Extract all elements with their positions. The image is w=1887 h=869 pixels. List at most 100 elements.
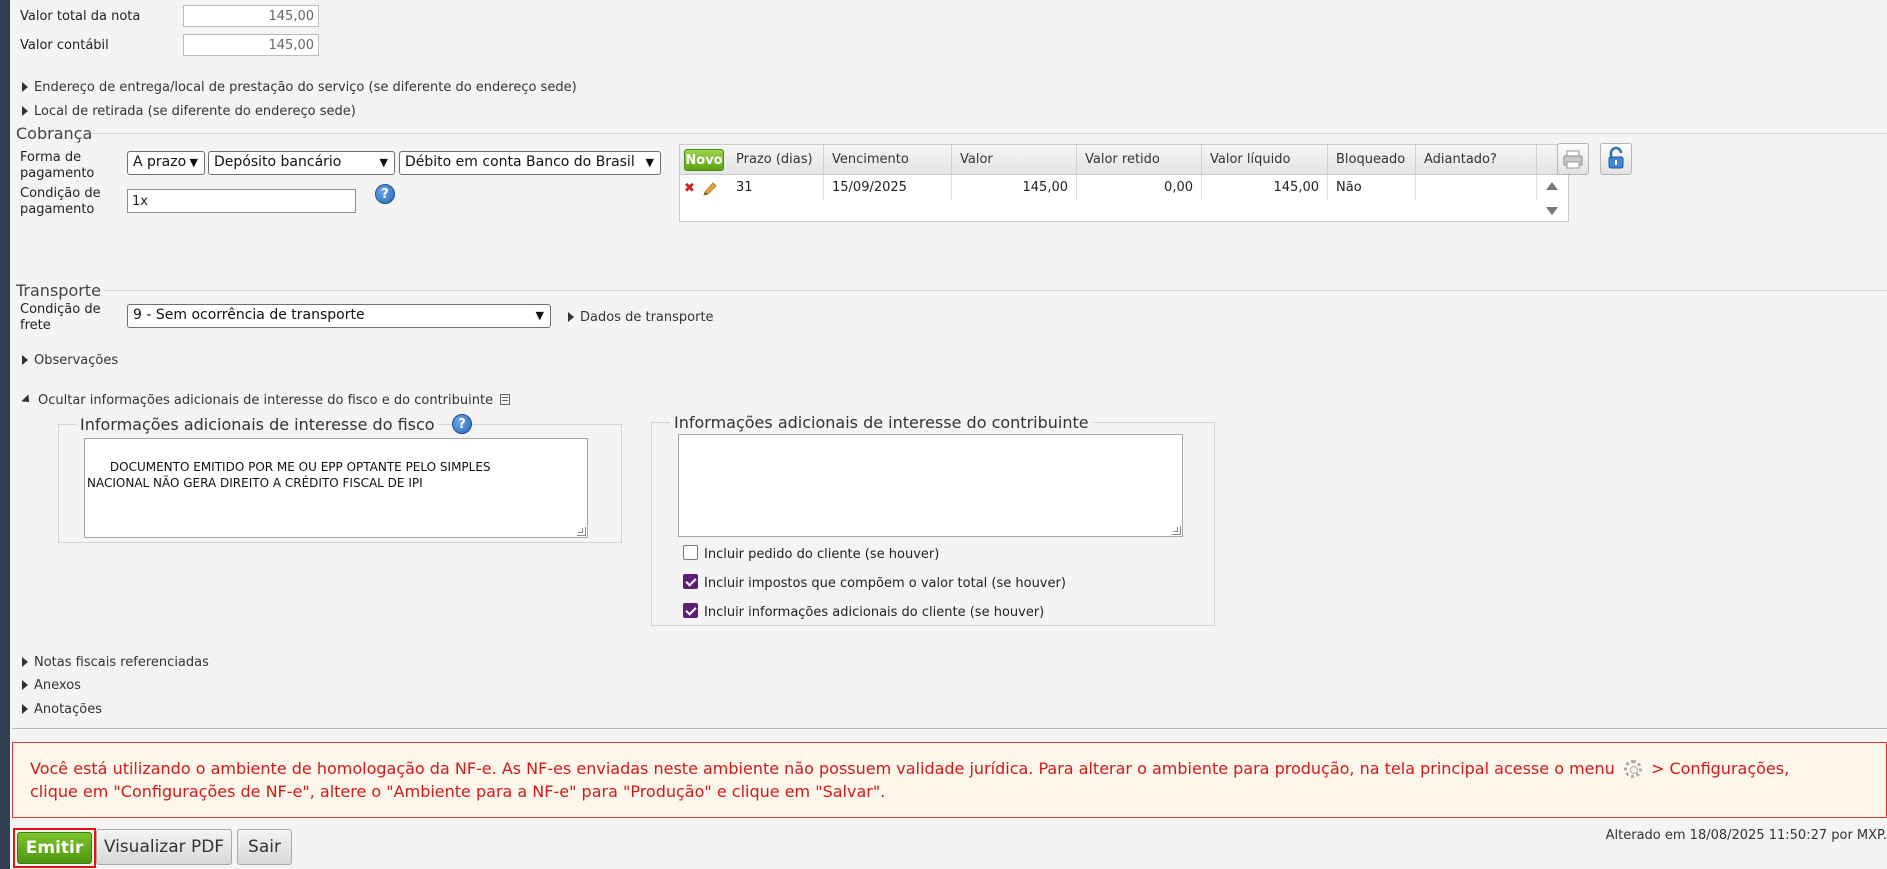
chevron-down-icon: ▼ bbox=[189, 156, 198, 169]
forma-pagamento-label-line1: Forma de bbox=[20, 150, 82, 165]
resize-handle-icon[interactable] bbox=[1172, 526, 1181, 535]
local-retirada-label: Local de retirada (se diferente do ender… bbox=[34, 104, 356, 119]
sair-button[interactable]: Sair bbox=[237, 829, 292, 865]
ocultar-info-toggle[interactable]: Ocultar informações adicionais de intere… bbox=[21, 393, 511, 408]
info-contribuinte-legend: Informações adicionais de interesse do c… bbox=[670, 413, 1093, 432]
condicao-pagamento-label-line2: pagamento bbox=[20, 202, 95, 217]
help-icon[interactable]: ? bbox=[452, 414, 472, 434]
condicao-frete-label-line2: frete bbox=[20, 318, 51, 333]
forma-pagamento-label: Forma de pagamento bbox=[20, 150, 94, 182]
condicao-pagamento-label-line1: Condição de bbox=[20, 186, 101, 201]
expand-arrow-icon bbox=[22, 657, 28, 667]
unlock-button[interactable] bbox=[1600, 143, 1632, 175]
observacoes-toggle[interactable]: Observações bbox=[22, 353, 118, 368]
col-valor-liquido[interactable]: Valor líquido bbox=[1202, 145, 1328, 175]
endereco-entrega-toggle[interactable]: Endereço de entrega/local de prestação d… bbox=[22, 80, 577, 95]
incluir-pedido-checkbox[interactable] bbox=[683, 545, 698, 560]
alterado-em-text: Alterado em 18/08/2025 11:50:27 por MXP. bbox=[1605, 828, 1887, 843]
cobranca-divider bbox=[92, 133, 1887, 134]
gear-icon bbox=[1623, 760, 1642, 778]
help-icon[interactable]: ? bbox=[375, 184, 395, 204]
anotacoes-toggle[interactable]: Anotações bbox=[22, 702, 102, 717]
info-contribuinte-textarea[interactable] bbox=[678, 434, 1183, 537]
cell-valor-liquido: 145,00 bbox=[1202, 175, 1328, 201]
visualizar-pdf-button[interactable]: Visualizar PDF bbox=[96, 829, 232, 865]
incluir-impostos-checkbox[interactable] bbox=[683, 574, 698, 589]
cobranca-section-title: Cobrança bbox=[16, 124, 93, 143]
col-bloqueado[interactable]: Bloqueado bbox=[1328, 145, 1416, 175]
local-retirada-toggle[interactable]: Local de retirada (se diferente do ender… bbox=[22, 104, 356, 119]
parcelas-grid-header: Novo Prazo (dias) Vencimento Valor Valor… bbox=[680, 145, 1568, 175]
scroll-up-icon[interactable] bbox=[1546, 182, 1558, 190]
scroll-down-icon[interactable] bbox=[1546, 207, 1558, 215]
col-prazo[interactable]: Prazo (dias) bbox=[728, 145, 824, 175]
alert-text-part1: Você está utilizando o ambiente de homol… bbox=[30, 759, 1615, 778]
forma-prazo-select[interactable]: A prazo ▼ bbox=[127, 151, 205, 175]
incluir-pedido-label[interactable]: Incluir pedido do cliente (se houver) bbox=[704, 547, 939, 562]
info-fisco-legend: Informações adicionais de interesse do f… bbox=[76, 415, 439, 434]
parcelas-grid: Novo Prazo (dias) Vencimento Valor Valor… bbox=[679, 144, 1569, 222]
expand-arrow-icon bbox=[22, 106, 28, 116]
incluir-info-cliente-label[interactable]: Incluir informações adicionais do client… bbox=[704, 605, 1044, 620]
incluir-impostos-label[interactable]: Incluir impostos que compõem o valor tot… bbox=[704, 576, 1066, 591]
cell-prazo: 31 bbox=[728, 175, 824, 201]
alert-line-1: Você está utilizando o ambiente de homol… bbox=[30, 757, 1886, 780]
left-navigation-strip bbox=[0, 0, 10, 869]
condicao-frete-value: 9 - Sem ocorrência de transporte bbox=[133, 307, 365, 323]
unlock-icon bbox=[1608, 146, 1624, 169]
col-valor-retido[interactable]: Valor retido bbox=[1077, 145, 1202, 175]
condicao-frete-label-line1: Condição de bbox=[20, 302, 101, 317]
resize-handle-icon[interactable] bbox=[577, 527, 586, 536]
emitir-focus-ring: Emitir bbox=[13, 828, 96, 868]
dados-transporte-toggle[interactable]: Dados de transporte bbox=[568, 310, 714, 325]
condicao-pagamento-input[interactable]: 1x bbox=[127, 189, 356, 213]
notas-referenciadas-toggle[interactable]: Notas fiscais referenciadas bbox=[22, 655, 209, 670]
delete-icon[interactable]: ✖ bbox=[684, 182, 695, 195]
expand-arrow-icon bbox=[568, 312, 574, 322]
print-button[interactable] bbox=[1557, 143, 1589, 175]
anexos-label: Anexos bbox=[34, 678, 81, 693]
anexos-toggle[interactable]: Anexos bbox=[22, 678, 81, 693]
novo-parcela-button[interactable]: Novo bbox=[684, 149, 724, 171]
observacoes-label: Observações bbox=[34, 353, 119, 368]
transporte-section-title: Transporte bbox=[16, 281, 101, 300]
valor-total-field: 145,00 bbox=[183, 5, 319, 27]
conta-select[interactable]: Débito em conta Banco do Brasil ▼ bbox=[399, 151, 661, 175]
cell-valor-retido: 0,00 bbox=[1077, 175, 1202, 201]
nfe-form: Valor total da nota 145,00 Valor contábi… bbox=[12, 0, 1887, 869]
printer-icon bbox=[1563, 150, 1583, 169]
content-bottom-divider bbox=[12, 728, 1887, 729]
col-valor[interactable]: Valor bbox=[952, 145, 1077, 175]
dados-transporte-label: Dados de transporte bbox=[580, 310, 714, 325]
condicao-frete-label: Condição de frete bbox=[20, 302, 101, 334]
expand-arrow-icon bbox=[22, 680, 28, 690]
expand-arrow-icon bbox=[22, 704, 28, 714]
edit-pencil-icon[interactable] bbox=[702, 180, 718, 196]
valor-total-label: Valor total da nota bbox=[20, 9, 141, 24]
notas-referenciadas-label: Notas fiscais referenciadas bbox=[34, 655, 209, 670]
incluir-info-cliente-checkbox[interactable] bbox=[683, 603, 698, 618]
transporte-divider bbox=[104, 290, 1887, 291]
condicao-frete-select[interactable]: 9 - Sem ocorrência de transporte ▼ bbox=[127, 304, 551, 328]
info-fisco-text: DOCUMENTO EMITIDO POR ME OU EPP OPTANTE … bbox=[87, 460, 491, 490]
forma-pagamento-label-line2: pagamento bbox=[20, 166, 95, 181]
valor-contabil-field: 145,00 bbox=[183, 34, 319, 56]
col-adiantado[interactable]: Adiantado? bbox=[1416, 145, 1537, 175]
document-icon bbox=[500, 394, 511, 405]
emitir-button[interactable]: Emitir bbox=[17, 832, 92, 864]
col-vencimento[interactable]: Vencimento bbox=[824, 145, 952, 175]
expand-arrow-icon bbox=[22, 82, 28, 92]
anotacoes-label: Anotações bbox=[34, 702, 103, 717]
cell-bloqueado: Não bbox=[1328, 175, 1416, 201]
meio-pagamento-select[interactable]: Depósito bancário ▼ bbox=[208, 151, 395, 175]
chevron-down-icon: ▼ bbox=[535, 309, 544, 322]
info-contribuinte-fieldset: Informações adicionais de interesse do c… bbox=[651, 413, 1215, 626]
collapse-arrow-icon bbox=[21, 394, 33, 406]
alert-text-part2: > Configurações, bbox=[1650, 759, 1790, 778]
info-fisco-textarea[interactable]: DOCUMENTO EMITIDO POR ME OU EPP OPTANTE … bbox=[84, 438, 588, 538]
meio-pagamento-value: Depósito bancário bbox=[214, 154, 342, 170]
cell-adiantado bbox=[1416, 175, 1537, 201]
conta-value: Débito em conta Banco do Brasil bbox=[405, 154, 635, 170]
chevron-down-icon: ▼ bbox=[645, 156, 654, 169]
endereco-entrega-label: Endereço de entrega/local de prestação d… bbox=[34, 80, 577, 95]
